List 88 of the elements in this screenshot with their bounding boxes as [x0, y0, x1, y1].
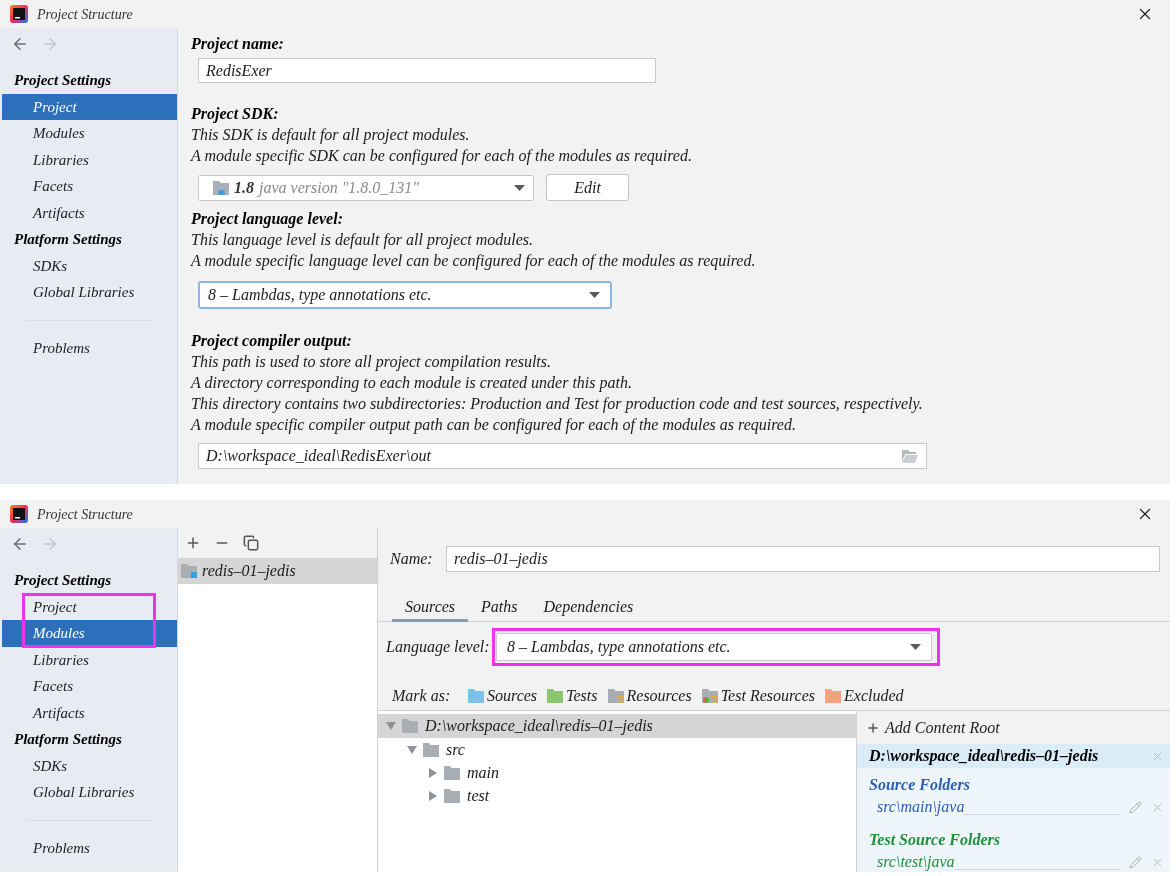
- mark-as-button[interactable]: Resources: [607, 684, 692, 708]
- section-heading: Project Settings: [13, 71, 113, 90]
- sidebar-item[interactable]: Artifacts: [2, 699, 177, 726]
- edit-icon[interactable]: [1129, 800, 1142, 814]
- sidebar-item[interactable]: SDKs: [2, 252, 177, 279]
- description-text: This SDK is default for all project modules.: [191, 124, 471, 145]
- sidebar-item[interactable]: Modules: [2, 120, 177, 147]
- folder-path: src\main\java: [877, 797, 965, 818]
- field-label: Name:: [390, 549, 434, 569]
- folder-icon: [423, 742, 439, 757]
- description-text: This path is used to store all project compilation results.: [191, 351, 552, 372]
- folder-icon: [825, 689, 842, 703]
- module-folder-icon: [181, 564, 197, 578]
- sidebar-item[interactable]: Artifacts: [2, 199, 177, 226]
- section-label: Project name:: [191, 34, 285, 54]
- section-label: Project SDK:: [191, 104, 280, 124]
- folder-icon: [468, 689, 484, 703]
- description-text: This language level is default for all project modules.: [191, 229, 535, 250]
- tree-item[interactable]: D:\workspace_ideal\redis–01–jedis: [378, 714, 856, 738]
- mark-as-button[interactable]: Sources: [468, 684, 538, 708]
- section-heading: Project Settings: [13, 571, 113, 590]
- add-icon[interactable]: [185, 535, 201, 551]
- folder-icon: [444, 788, 460, 803]
- tab[interactable]: Paths: [468, 592, 531, 622]
- folder-stack-icon: [701, 689, 718, 703]
- content-root-row[interactable]: D:\workspace_ideal\redis–01–jedis: [857, 744, 1170, 768]
- add-icon: [866, 720, 880, 735]
- section-heading: Platform Settings: [13, 730, 123, 749]
- sidebar-item[interactable]: Libraries: [2, 646, 177, 673]
- sidebar-item[interactable]: SDKs: [2, 752, 177, 779]
- sidebar-item[interactable]: Libraries: [2, 146, 177, 173]
- sidebar-item[interactable]: Problems: [2, 334, 177, 361]
- tree-item[interactable]: src: [378, 738, 856, 761]
- expanded-arrow-icon[interactable]: [386, 721, 396, 731]
- tree-item[interactable]: main: [378, 761, 856, 784]
- sidebar-item[interactable]: Global Libraries: [2, 779, 177, 806]
- folder-icon: [547, 689, 564, 703]
- mark-as-button[interactable]: Test Resources: [701, 684, 816, 708]
- collapsed-arrow-icon[interactable]: [428, 790, 438, 801]
- folder-group-heading: Test Source Folders: [868, 830, 1001, 850]
- dropdown-caret-icon: [589, 292, 600, 298]
- description-text: This directory contains two subdirectories: Production and Test for production code and test sources, respectively.: [191, 393, 924, 414]
- language-level-dropdown[interactable]: 8 – Lambdas, type annotations etc.: [198, 281, 612, 309]
- open-folder-icon[interactable]: [902, 449, 918, 463]
- dropdown-caret-icon: [910, 644, 921, 650]
- sdk-folder-icon: [213, 180, 229, 195]
- compiler-output-field[interactable]: D:\workspace_ideal\RedisExer\out: [198, 443, 927, 469]
- sidebar-item[interactable]: Problems: [2, 834, 177, 861]
- description-text: A directory corresponding to each module is created under this path.: [191, 372, 633, 393]
- mark-as-button[interactable]: Tests: [547, 684, 598, 708]
- edit-button[interactable]: Edit: [546, 174, 629, 201]
- folder-icon: [402, 719, 418, 733]
- section-heading: Platform Settings: [13, 230, 123, 249]
- sidebar-item[interactable]: Project: [2, 593, 177, 620]
- module-name-field[interactable]: redis–01–jedis: [446, 546, 1160, 572]
- sidebar-item[interactable]: Facets: [2, 173, 177, 200]
- copy-icon[interactable]: [243, 535, 259, 551]
- expanded-arrow-icon[interactable]: [407, 744, 417, 755]
- description-text: A module specific compiler output path can be configured for each of the modules as required.: [191, 414, 797, 435]
- dropdown-caret-icon: [514, 184, 525, 191]
- window-title: Project Structure: [37, 5, 133, 24]
- folder-icon: [444, 765, 460, 780]
- mark-as-button[interactable]: Excluded: [825, 684, 904, 708]
- sidebar-item[interactable]: Global Libraries: [2, 279, 177, 306]
- app-logo-icon: [10, 5, 28, 23]
- edit-icon[interactable]: [1129, 855, 1142, 869]
- sidebar-item[interactable]: Facets: [2, 673, 177, 700]
- description-text: A module specific SDK can be configured for each of the modules as required.: [191, 145, 693, 166]
- tab[interactable]: Dependencies: [530, 592, 647, 622]
- sidebar-item[interactable]: Project: [2, 93, 177, 120]
- tab[interactable]: Sources: [392, 592, 469, 622]
- language-level-dropdown[interactable]: 8 – Lambdas, type annotations etc.: [496, 633, 932, 661]
- collapsed-arrow-icon[interactable]: [428, 767, 438, 778]
- description-text: A module specific language level can be configured for each of the modules as required.: [191, 250, 757, 271]
- folder-path: src\test\java: [877, 852, 955, 873]
- field-label: Mark as:: [392, 686, 452, 706]
- folder-stack-icon: [607, 689, 624, 703]
- field-label: Language level:: [386, 637, 491, 658]
- project-name-field[interactable]: RedisExer: [198, 58, 656, 83]
- folder-group-heading: Source Folders: [868, 775, 971, 795]
- sdk-dropdown[interactable]: 1.8 java version "1.8.0_131": [198, 174, 534, 201]
- section-label: Project compiler output:: [191, 331, 353, 351]
- section-label: Project language level:: [191, 209, 344, 229]
- window-title: Project Structure: [37, 505, 133, 524]
- app-logo-icon: [10, 505, 28, 523]
- tree-item[interactable]: test: [378, 784, 856, 807]
- module-list-item[interactable]: redis–01–jedis: [178, 558, 377, 584]
- sidebar-item[interactable]: Modules: [2, 620, 177, 647]
